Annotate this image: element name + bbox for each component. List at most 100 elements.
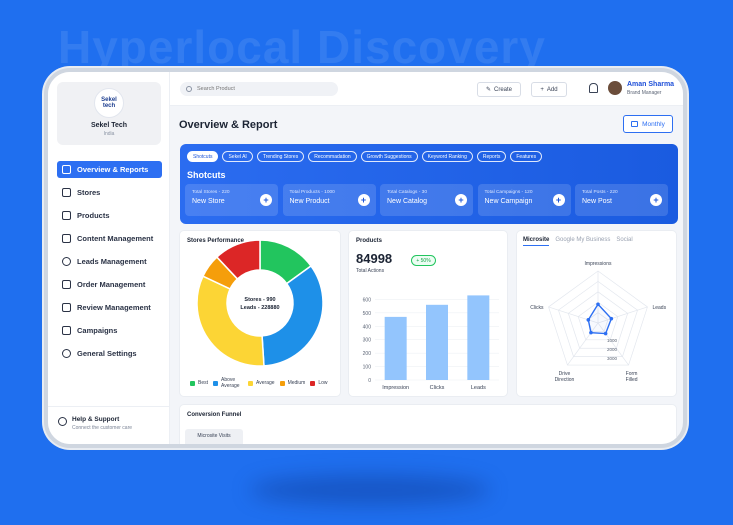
shortcut-cards: Total Stores - 220 New Store + Total Pro… xyxy=(185,184,668,216)
box-icon xyxy=(62,211,71,220)
card-title: Conversion Funnel xyxy=(187,412,242,418)
legend-label: Best xyxy=(198,379,209,386)
shortcut-card-post[interactable]: Total Posts - 220 New Post + xyxy=(575,184,668,216)
donut-center-leads: Leads - 228880 xyxy=(240,305,279,311)
sidebar-item-campaigns[interactable]: Campaigns xyxy=(57,322,162,339)
conversion-funnel-card: Conversion Funnel Microsite Visits xyxy=(179,404,677,444)
y-tick-label: 500 xyxy=(363,311,372,317)
legend-item-best: Best xyxy=(190,378,208,389)
document-icon xyxy=(62,234,71,243)
plus-icon[interactable]: + xyxy=(455,194,467,206)
radar-point-impressions[interactable] xyxy=(596,302,600,307)
bar-leads[interactable] xyxy=(467,295,490,380)
y-tick-label: 400 xyxy=(363,324,372,330)
sidebar-item-label: Stores xyxy=(77,188,101,197)
add-button[interactable]: + Add xyxy=(531,82,567,97)
y-tick-label: 600 xyxy=(363,297,372,303)
sidebar-item-label: General Settings xyxy=(77,349,137,358)
user-role: Brand Manager xyxy=(627,90,662,96)
chip-trending-stores[interactable]: Trending Stores xyxy=(256,151,305,162)
plus-icon[interactable]: + xyxy=(260,194,272,206)
brand-logo: Sekel tech xyxy=(94,88,124,118)
shortcuts-title: Shotcuts xyxy=(187,170,226,180)
legend-item-average: Average xyxy=(248,378,275,389)
sidebar: Sekel tech Sekel Tech India Overview & R… xyxy=(48,72,170,444)
legend-label: Average xyxy=(256,379,275,386)
help-title: Help & Support xyxy=(72,416,120,423)
radar-axis-label: Impressions xyxy=(585,261,612,267)
plus-icon[interactable]: + xyxy=(650,194,662,206)
sidebar-item-overview[interactable]: Overview & Reports xyxy=(57,161,162,178)
radar-point-leads[interactable] xyxy=(609,316,614,321)
users-icon xyxy=(62,257,71,266)
plus-icon[interactable]: + xyxy=(357,194,370,206)
chip-shortcuts[interactable]: Shotcuts xyxy=(187,151,219,162)
page-title: Overview & Report xyxy=(179,119,278,131)
radar-point-form-filled[interactable] xyxy=(603,331,608,336)
chip-sekel-ai[interactable]: Sekel AI xyxy=(222,151,253,162)
plus-icon[interactable]: + xyxy=(552,194,565,206)
device-shadow xyxy=(250,475,490,505)
radar-ring-label: 2000 xyxy=(607,347,618,352)
chip-reports[interactable]: Reports xyxy=(476,151,507,162)
shortcut-card-campaign[interactable]: Total Campaigns - 120 New Campaign + xyxy=(477,184,571,216)
bag-icon xyxy=(62,280,71,289)
x-tick-label: Clicks xyxy=(430,385,445,391)
sidebar-item-leads[interactable]: Leads Management xyxy=(57,253,162,270)
shortcut-card-product[interactable]: Total Products - 1000 New Product + xyxy=(282,184,376,216)
sidebar-item-label: Review Management xyxy=(77,303,151,312)
legend-item-low: Low xyxy=(310,378,328,389)
radar-point-clicks[interactable] xyxy=(586,318,591,322)
chip-keyword-ranking[interactable]: Keyword Ranking xyxy=(421,151,473,162)
sidebar-item-label: Leads Management xyxy=(77,257,147,266)
sidebar-item-settings[interactable]: General Settings xyxy=(57,345,162,362)
megaphone-icon xyxy=(62,326,71,335)
avatar[interactable] xyxy=(608,81,622,95)
main-content: Overview & Report Monthly Shotcuts Sekel… xyxy=(170,106,683,444)
grid-icon xyxy=(62,165,71,174)
shortcut-card-store[interactable]: Total Stores - 220 New Store + xyxy=(185,184,278,216)
brand-location: India xyxy=(103,131,115,137)
hero-title: Hyperlocal Discovery xyxy=(58,21,546,73)
chip-growth-suggestions[interactable]: Growth Suggestions xyxy=(360,151,418,162)
help-support[interactable]: Help & Support Connect the customer care xyxy=(48,406,169,444)
chat-icon xyxy=(62,303,71,312)
chip-recommendation[interactable]: Recommadation xyxy=(308,151,357,162)
donut-center-stores: Stores - 990 xyxy=(244,297,275,303)
shortcut-chips: Shotcuts Sekel AI Trending Stores Recomm… xyxy=(187,151,546,162)
shortcuts-panel: Shotcuts Sekel AI Trending Stores Recomm… xyxy=(180,144,678,224)
period-dropdown[interactable]: Monthly xyxy=(623,115,673,133)
legend-label: Medium xyxy=(287,379,306,386)
radar-chart: Impressions Leads Form Filled Drive Direction… xyxy=(530,261,666,383)
legend-swatch xyxy=(190,381,195,386)
legend-swatch xyxy=(310,381,316,386)
create-button[interactable]: ✎ Create xyxy=(477,82,521,97)
donut-slice-above-average[interactable] xyxy=(261,264,324,367)
brand-logo-text: Sekel tech xyxy=(101,97,117,109)
legend-item-above-average: Above Average xyxy=(213,377,243,389)
gear-icon xyxy=(62,349,71,358)
shortcut-card-catalog[interactable]: Total Catalogs - 30 New Catalog + xyxy=(380,184,473,216)
legend-label: Low xyxy=(318,379,328,386)
radar-axis-label: Drive Direction xyxy=(555,371,575,383)
bell-icon[interactable] xyxy=(589,83,598,93)
sidebar-item-content[interactable]: Content Management xyxy=(57,230,162,247)
search-input[interactable] xyxy=(197,86,327,92)
chip-features[interactable]: Features xyxy=(510,151,543,162)
sidebar-item-reviews[interactable]: Review Management xyxy=(57,299,162,316)
y-tick-label: 300 xyxy=(363,338,372,344)
bar-clicks[interactable] xyxy=(426,304,448,380)
y-tick-label: 100 xyxy=(363,365,372,371)
sidebar-item-products[interactable]: Products xyxy=(57,207,162,224)
radar-point-drive-direction[interactable] xyxy=(589,330,593,335)
sidebar-item-orders[interactable]: Order Management xyxy=(57,276,162,293)
sidebar-nav: Overview & Reports Stores Products Conte… xyxy=(48,161,169,362)
legend-item-medium: Medium xyxy=(279,378,306,389)
calendar-icon xyxy=(631,121,639,127)
sidebar-item-stores[interactable]: Stores xyxy=(57,184,162,201)
y-tick-label: 0 xyxy=(368,378,371,384)
period-label: Monthly xyxy=(642,120,665,128)
dashboard-window: Sekel tech Sekel Tech India Overview & R… xyxy=(44,68,687,448)
add-label: Add xyxy=(546,86,558,93)
bar-impression[interactable] xyxy=(384,316,407,380)
